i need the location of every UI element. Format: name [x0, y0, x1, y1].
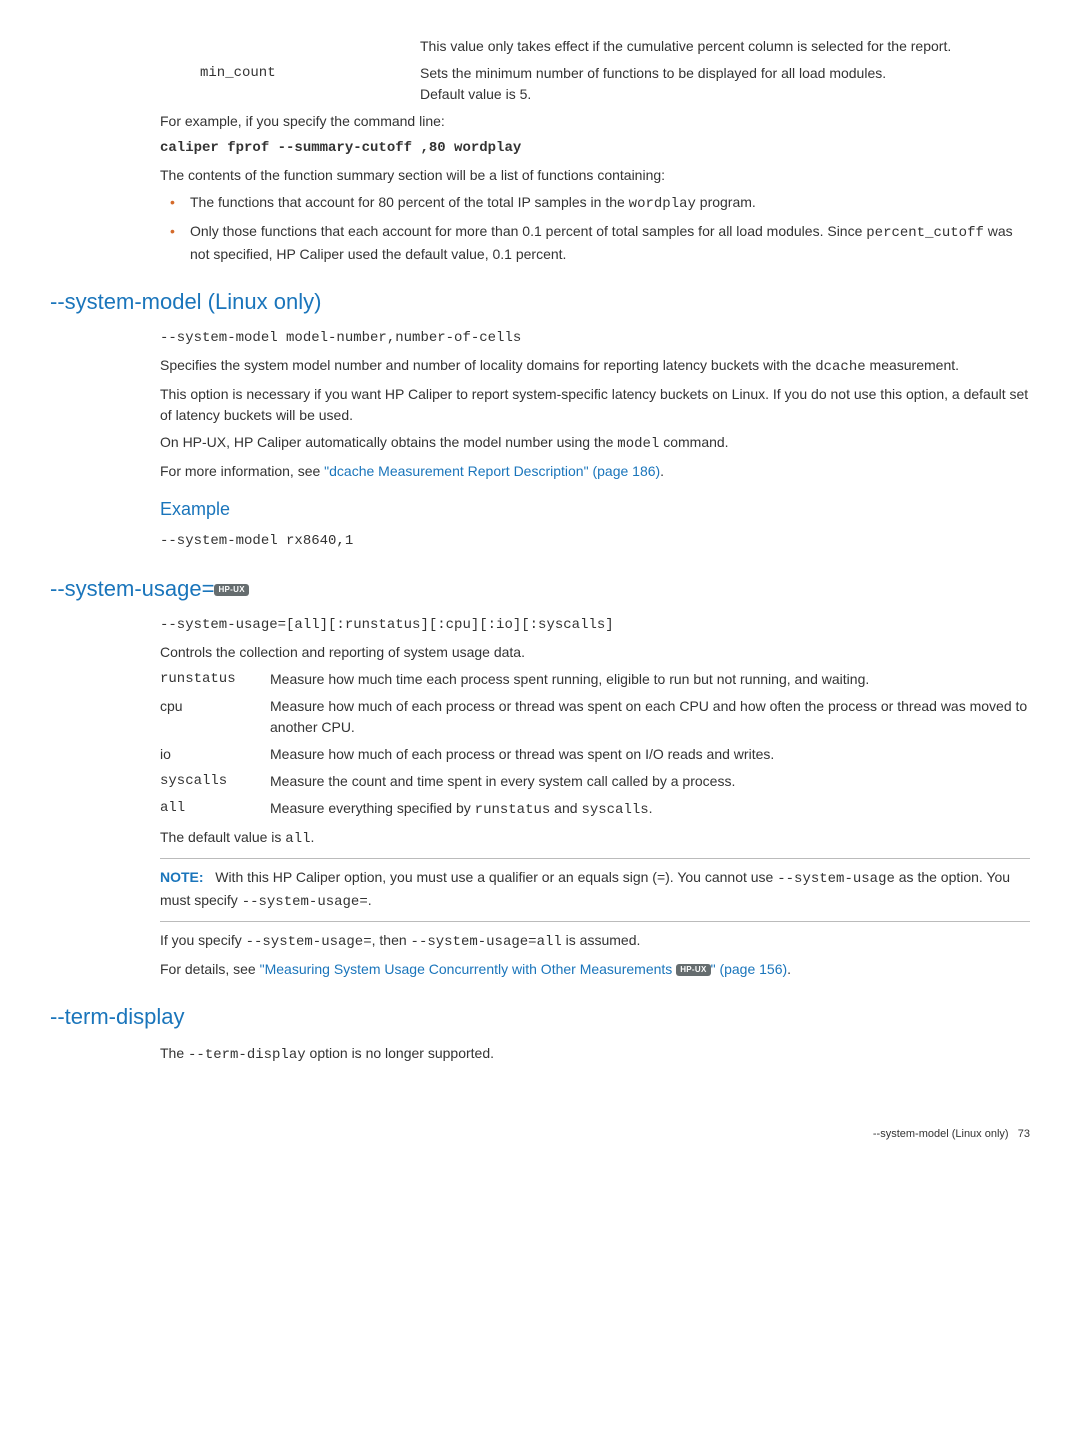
def-term-min-count: min_count [200, 63, 420, 105]
link-dcache-report[interactable]: "dcache Measurement Report Description" … [324, 463, 660, 479]
def-all: all Measure everything specified by runs… [160, 798, 1030, 821]
hpux-badge-icon: HP-UX [676, 964, 710, 976]
heading-term-display: --term-display [50, 1000, 1030, 1033]
def-io: io Measure how much of each process or t… [160, 744, 1030, 765]
note-block: NOTE: With this HP Caliper option, you m… [160, 858, 1030, 922]
para: For more information, see "dcache Measur… [160, 461, 1030, 482]
heading-system-model: --system-model (Linux only) [50, 285, 1030, 318]
example-explain: The contents of the function summary sec… [160, 165, 1030, 186]
heading-system-usage: --system-usage=HP-UX [50, 572, 1030, 605]
para: For details, see "Measuring System Usage… [160, 959, 1030, 980]
def-prev-desc: This value only takes effect if the cumu… [420, 36, 1030, 57]
def-min-count: min_count Sets the minimum number of fun… [200, 63, 1030, 105]
para: The --term-display option is no longer s… [160, 1043, 1030, 1066]
syntax-system-model: --system-model model-number,number-of-ce… [160, 328, 1030, 349]
para: This option is necessary if you want HP … [160, 384, 1030, 426]
def-desc-min-count-1: Sets the minimum number of functions to … [420, 63, 1030, 84]
def-cpu: cpu Measure how much of each process or … [160, 696, 1030, 738]
example-intro: For example, if you specify the command … [160, 111, 1030, 132]
link-measuring-system-usage[interactable]: "Measuring System Usage Concurrently wit… [260, 961, 788, 977]
page-footer: --system-model (Linux only) 73 [50, 1126, 1030, 1143]
para: Specifies the system model number and nu… [160, 355, 1030, 378]
example-command: caliper fprof --summary-cutoff ,80 wordp… [160, 138, 1030, 159]
note-label: NOTE: [160, 869, 204, 885]
para: On HP-UX, HP Caliper automatically obtai… [160, 432, 1030, 455]
syntax-system-usage: --system-usage=[all][:runstatus][:cpu][:… [160, 615, 1030, 636]
heading-example: Example [160, 496, 1030, 523]
def-min-count-cont: This value only takes effect if the cumu… [200, 36, 1030, 57]
list-item: The functions that account for 80 percen… [160, 192, 1030, 215]
hpux-badge-icon: HP-UX [214, 584, 248, 596]
para: If you specify --system-usage=, then --s… [160, 930, 1030, 953]
def-syscalls: syscalls Measure the count and time spen… [160, 771, 1030, 792]
example-code: --system-model rx8640,1 [160, 531, 1030, 552]
def-desc-min-count-2: Default value is 5. [420, 84, 1030, 105]
def-runstatus: runstatus Measure how much time each pro… [160, 669, 1030, 690]
para: Controls the collection and reporting of… [160, 642, 1030, 663]
list-item: Only those functions that each account f… [160, 221, 1030, 265]
para: The default value is all. [160, 827, 1030, 850]
